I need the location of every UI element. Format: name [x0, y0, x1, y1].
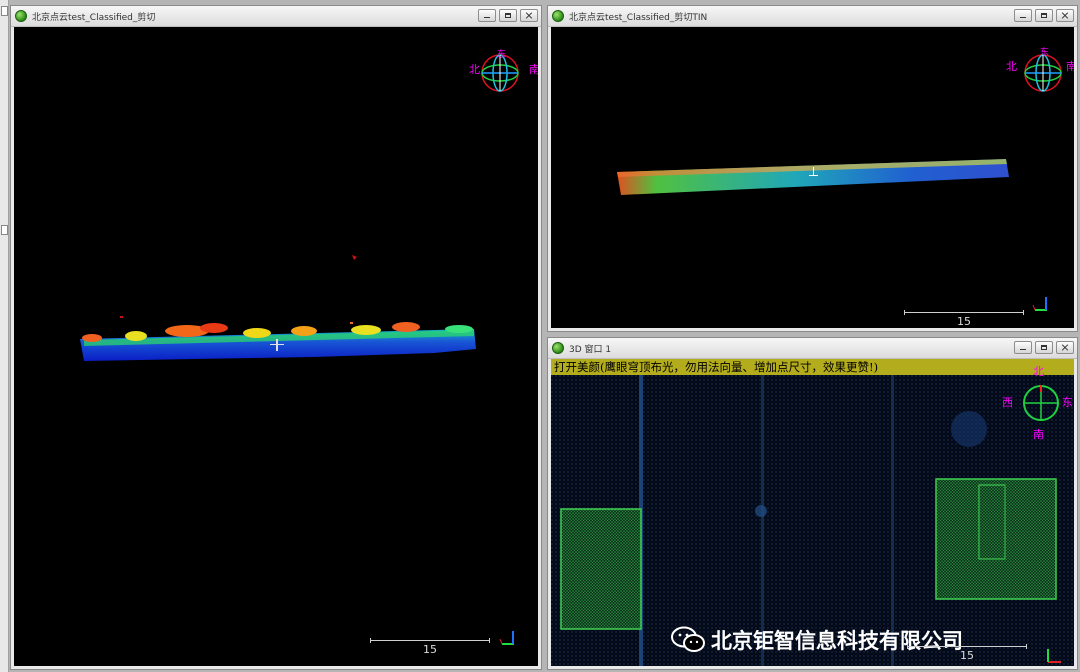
- compass-west-label: 西: [1002, 396, 1013, 409]
- axis-gizmo-icon: [499, 631, 514, 645]
- edge-handle-middle[interactable]: [1, 225, 8, 235]
- maximize-button[interactable]: [1035, 341, 1053, 354]
- tin-window-titlebar[interactable]: 北京点云test_Classified_剪切TIN: [548, 6, 1077, 27]
- app-icon: [552, 10, 564, 22]
- compass-east-label: 东: [1040, 48, 1050, 58]
- close-button[interactable]: [1056, 341, 1074, 354]
- left-3d-viewport[interactable]: 北 南 东 15: [14, 27, 538, 666]
- scale-line: [904, 310, 1024, 315]
- compass-east-label: 东: [497, 50, 507, 60]
- tip-banner: 打开美颜(鹰眼穹顶布光，勿用法向量、增加点尺寸，效果更赞!): [551, 359, 1074, 375]
- axis-gizmo-icon: [1047, 649, 1061, 663]
- scale-line: [907, 644, 1027, 649]
- left-window[interactable]: 北京点云test_Classified_剪切 北 南 东 15: [10, 5, 542, 670]
- window-title: 北京点云test_Classified_剪切TIN: [569, 12, 708, 23]
- scale-value: 15: [957, 315, 971, 328]
- minimize-button[interactable]: [1014, 341, 1032, 354]
- compass-south-label: 南: [1066, 60, 1074, 73]
- window-controls: [478, 9, 538, 22]
- window-title: 北京点云test_Classified_剪切: [32, 12, 156, 23]
- scale-bar: 15: [904, 309, 1024, 328]
- minimize-button[interactable]: [478, 9, 496, 22]
- app-left-edge: [0, 0, 9, 672]
- compass-north-label: 北: [469, 63, 480, 76]
- window-controls: [1014, 9, 1074, 22]
- compass-north-label: 北: [1006, 60, 1017, 73]
- scale-value: 15: [960, 649, 974, 662]
- close-button[interactable]: [1056, 9, 1074, 22]
- close-button[interactable]: [520, 9, 538, 22]
- point-cloud-side-view: [80, 255, 476, 361]
- compass-south-label: 南: [529, 63, 538, 76]
- app-icon: [552, 342, 564, 354]
- compass-north-label: 北: [1033, 365, 1044, 378]
- window-controls: [1014, 341, 1074, 354]
- tin-window[interactable]: 北京点云test_Classified_剪切TIN 北 南 东 15: [547, 5, 1078, 332]
- app-icon: [15, 10, 27, 22]
- compass-south-label: 南: [1033, 428, 1044, 441]
- axis-gizmo-icon: [1032, 297, 1047, 311]
- scale-line: [370, 638, 490, 643]
- tin-surface: [617, 159, 1009, 195]
- scale-bar: 15: [907, 643, 1027, 663]
- 3d-window-1[interactable]: 3D 窗口 1 打开美颜(鹰眼穹顶布光，勿用法向量、增加点尺寸，效果更赞!) 北…: [547, 337, 1078, 670]
- top-down-3d-viewport[interactable]: 打开美颜(鹰眼穹顶布光，勿用法向量、增加点尺寸，效果更赞!) 北 南 西 东 北…: [551, 359, 1074, 666]
- scale-bar: 15: [370, 637, 490, 657]
- minimize-button[interactable]: [1014, 9, 1032, 22]
- tin-3d-viewport[interactable]: 北 南 东 15: [551, 27, 1074, 328]
- edge-handle-top[interactable]: [1, 6, 8, 16]
- maximize-button[interactable]: [499, 9, 517, 22]
- compass-east-label: 东: [1062, 396, 1073, 409]
- left-window-titlebar[interactable]: 北京点云test_Classified_剪切: [11, 6, 541, 27]
- 3d-window-titlebar[interactable]: 3D 窗口 1: [548, 338, 1077, 359]
- point-cloud-top-view: [551, 375, 1074, 666]
- maximize-button[interactable]: [1035, 9, 1053, 22]
- window-title: 3D 窗口 1: [569, 344, 612, 355]
- wechat-icon: [671, 626, 705, 652]
- scale-value: 15: [423, 643, 437, 656]
